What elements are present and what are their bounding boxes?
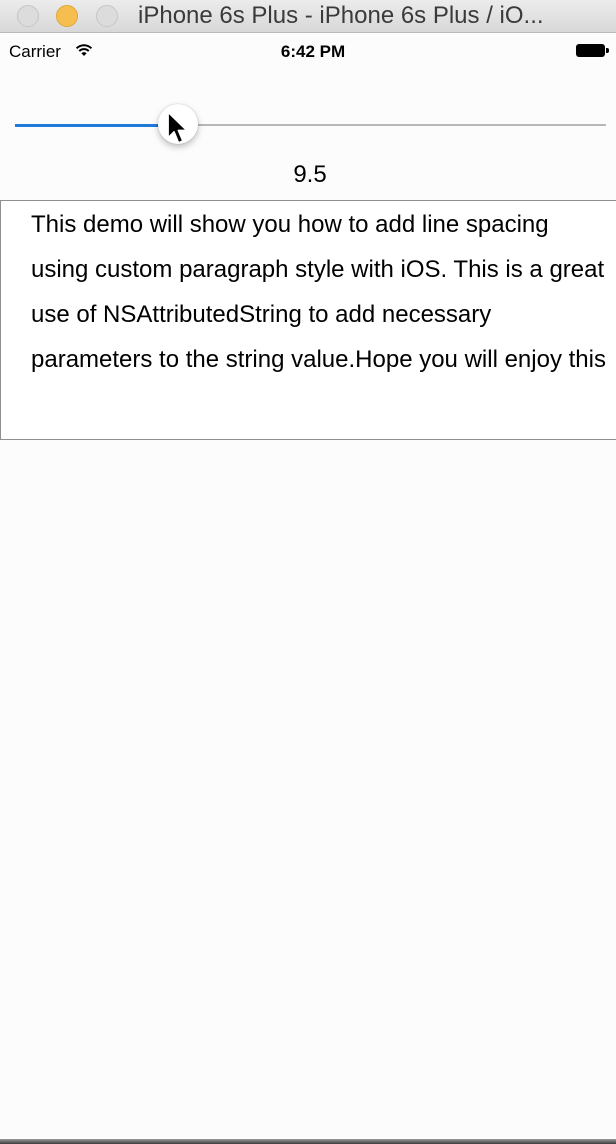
demo-text: This demo will show you how to add line … [31,211,606,373]
status-time: 6:42 PM [280,42,346,61]
mouse-pointer-icon [167,111,188,144]
line-spacing-slider[interactable] [15,102,606,150]
spacing-value-label: 9.5 [293,161,327,188]
demo-text-view[interactable]: This demo will show you how to add line … [0,200,616,440]
window-bottom-edge [0,1139,616,1144]
battery-icon [576,44,610,57]
close-window-button[interactable] [17,5,39,27]
minimize-window-button[interactable] [56,5,78,27]
ios-status-bar: Carrier 6:42 PM [0,36,616,68]
window-titlebar: iPhone 6s Plus - iPhone 6s Plus / iO... [0,0,616,33]
window-title: iPhone 6s Plus - iPhone 6s Plus / iO... [138,2,544,29]
zoom-window-button[interactable] [96,5,118,27]
slider-fill [15,124,178,127]
